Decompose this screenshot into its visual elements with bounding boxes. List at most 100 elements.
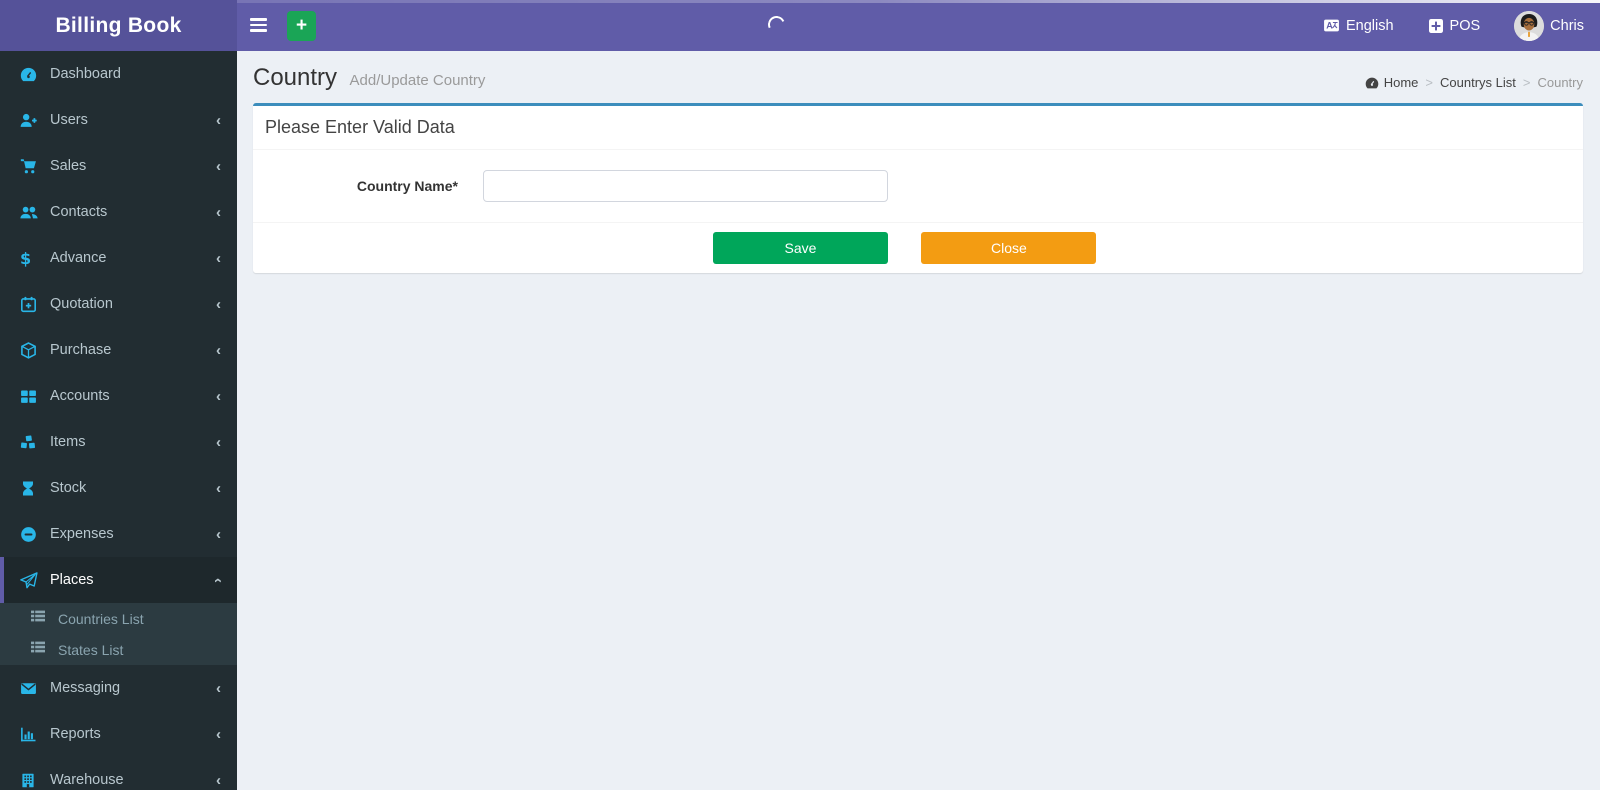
sidebar-item-dashboard[interactable]: Dashboard bbox=[0, 51, 237, 97]
sidebar-item-accounts[interactable]: Accounts ‹ bbox=[0, 373, 237, 419]
sidebar-toggle-button[interactable] bbox=[248, 14, 270, 36]
breadcrumb: Home > Countrys List > Country bbox=[1365, 75, 1583, 90]
top-navbar: Billing Book + A English POS Chris bbox=[0, 0, 1600, 51]
sidebar: Dashboard Users ‹ Sales ‹ Contacts ‹ $ A… bbox=[0, 51, 237, 790]
sidebar-item-users[interactable]: Users ‹ bbox=[0, 97, 237, 143]
loading-spinner-icon bbox=[765, 13, 788, 36]
country-form-card: Please Enter Valid Data Country Name* Sa… bbox=[253, 103, 1583, 273]
paper-plane-icon bbox=[20, 571, 42, 589]
chevron-left-icon: ‹ bbox=[216, 525, 221, 543]
chevron-left-icon: ‹ bbox=[216, 157, 221, 175]
sidebar-item-stock[interactable]: Stock ‹ bbox=[0, 465, 237, 511]
sidebar-item-label: Purchase bbox=[50, 342, 112, 358]
sidebar-item-label: Warehouse bbox=[50, 772, 124, 788]
page-title: Country bbox=[253, 64, 338, 91]
chevron-left-icon: ‹ bbox=[216, 679, 221, 697]
breadcrumb-separator: > bbox=[1522, 75, 1531, 90]
sidebar-item-label: Users bbox=[50, 112, 88, 128]
sidebar-item-label: Reports bbox=[50, 726, 101, 742]
sidebar-item-label: Accounts bbox=[50, 388, 110, 404]
sidebar-item-label: Quotation bbox=[50, 296, 113, 312]
sidebar-item-purchase[interactable]: Purchase ‹ bbox=[0, 327, 237, 373]
language-menu[interactable]: A English bbox=[1319, 0, 1398, 51]
chevron-left-icon: ‹ bbox=[216, 295, 221, 313]
sidebar-item-places[interactable]: Places ‹ bbox=[0, 557, 237, 603]
dollar-icon: $ bbox=[20, 248, 32, 268]
envelope-icon bbox=[20, 680, 42, 697]
page-subtitle: Add/Update Country bbox=[349, 72, 486, 89]
sidebar-item-label: Places bbox=[50, 572, 94, 588]
sidebar-item-label: Advance bbox=[50, 250, 107, 266]
sidebar-subitem-label: States List bbox=[58, 641, 124, 658]
sidebar-item-warehouse[interactable]: Warehouse ‹ bbox=[0, 757, 237, 790]
places-submenu: Countries List States List bbox=[0, 603, 237, 665]
content-area: Country Add/Update Country Home > Countr… bbox=[237, 51, 1600, 790]
sidebar-item-label: Dashboard bbox=[50, 66, 121, 82]
user-name: Chris bbox=[1550, 17, 1584, 34]
sidebar-item-quotation[interactable]: Quotation ‹ bbox=[0, 281, 237, 327]
breadcrumb-home-link[interactable]: Home bbox=[1365, 75, 1419, 90]
card-body: Country Name* bbox=[253, 150, 1583, 223]
breadcrumb-label: Home bbox=[1383, 75, 1419, 90]
content-header: Country Add/Update Country Home > Countr… bbox=[237, 51, 1600, 103]
bar-chart-icon bbox=[20, 726, 42, 743]
chevron-left-icon: ‹ bbox=[216, 433, 221, 451]
sidebar-item-label: Contacts bbox=[50, 204, 108, 220]
sidebar-item-reports[interactable]: Reports ‹ bbox=[0, 711, 237, 757]
avatar bbox=[1514, 10, 1545, 41]
list-icon bbox=[30, 639, 50, 660]
card-footer: Save Close bbox=[253, 223, 1583, 273]
sidebar-item-label: Stock bbox=[50, 480, 87, 496]
chevron-left-icon: ‹ bbox=[216, 725, 221, 743]
sidebar-subitem-label: Countries List bbox=[58, 610, 144, 627]
chevron-left-icon: ‹ bbox=[216, 203, 221, 221]
language-label: English bbox=[1345, 17, 1394, 34]
minus-circle-icon bbox=[20, 526, 42, 543]
sidebar-item-messaging[interactable]: Messaging ‹ bbox=[0, 665, 237, 711]
dashboard-icon bbox=[1365, 76, 1379, 90]
country-name-input[interactable] bbox=[483, 170, 888, 202]
sidebar-item-label: Expenses bbox=[50, 526, 114, 542]
country-name-label: Country Name* bbox=[356, 178, 458, 194]
cubes-icon bbox=[20, 434, 42, 451]
chevron-left-icon: ‹ bbox=[216, 771, 221, 789]
chevron-left-icon: ‹ bbox=[216, 479, 221, 497]
sidebar-subitem-states-list[interactable]: States List bbox=[0, 634, 237, 665]
card-header-title: Please Enter Valid Data bbox=[253, 106, 1583, 150]
svg-text:A: A bbox=[1326, 21, 1333, 31]
chevron-down-icon: ‹ bbox=[210, 577, 227, 583]
user-plus-icon bbox=[20, 112, 42, 129]
app-logo[interactable]: Billing Book bbox=[0, 0, 237, 51]
sidebar-item-contacts[interactable]: Contacts ‹ bbox=[0, 189, 237, 235]
quick-add-button[interactable]: + bbox=[287, 11, 316, 41]
sidebar-item-advance[interactable]: $ Advance ‹ bbox=[0, 235, 237, 281]
pos-menu[interactable]: POS bbox=[1424, 0, 1485, 51]
pos-label: POS bbox=[1449, 17, 1481, 34]
sidebar-subitem-countries-list[interactable]: Countries List bbox=[0, 603, 237, 634]
people-icon bbox=[20, 204, 42, 221]
user-menu[interactable]: Chris bbox=[1510, 0, 1588, 51]
breadcrumb-current: Country bbox=[1537, 75, 1583, 90]
chevron-left-icon: ‹ bbox=[216, 341, 221, 359]
sidebar-item-items[interactable]: Items ‹ bbox=[0, 419, 237, 465]
building-icon bbox=[20, 772, 42, 789]
list-icon bbox=[30, 608, 50, 629]
sidebar-item-label: Items bbox=[50, 434, 86, 450]
required-asterisk: * bbox=[452, 178, 458, 194]
sidebar-item-label: Messaging bbox=[50, 680, 121, 696]
sidebar-item-sales[interactable]: Sales ‹ bbox=[0, 143, 237, 189]
plus-square-icon bbox=[1428, 18, 1444, 34]
cart-icon bbox=[20, 158, 42, 175]
breadcrumb-label: Countrys List bbox=[1440, 75, 1516, 90]
language-icon: A bbox=[1323, 17, 1340, 34]
country-name-form-row: Country Name* bbox=[253, 170, 1583, 202]
save-button[interactable]: Save bbox=[713, 232, 888, 264]
topbar-right-menu: A English POS Chris bbox=[1319, 0, 1588, 51]
sidebar-item-expenses[interactable]: Expenses ‹ bbox=[0, 511, 237, 557]
chevron-left-icon: ‹ bbox=[216, 111, 221, 129]
chevron-left-icon: ‹ bbox=[216, 249, 221, 267]
sidebar-item-label: Sales bbox=[50, 158, 87, 174]
close-button[interactable]: Close bbox=[921, 232, 1097, 264]
breadcrumb-countrys-list-link[interactable]: Countrys List bbox=[1440, 75, 1516, 90]
chevron-left-icon: ‹ bbox=[216, 387, 221, 405]
